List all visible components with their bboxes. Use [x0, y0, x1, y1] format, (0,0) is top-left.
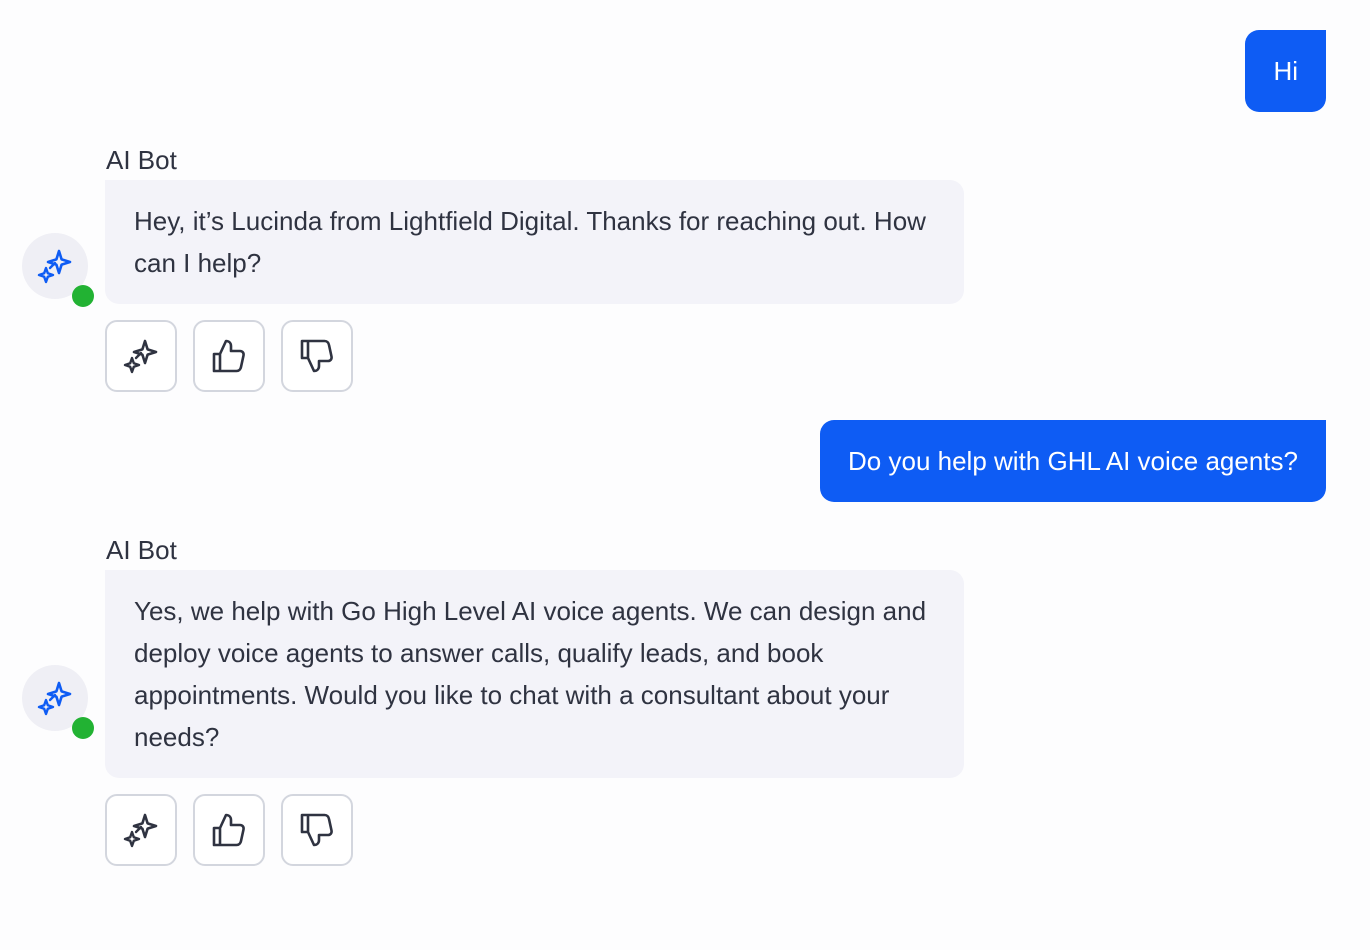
bot-message: Hey, it’s Lucinda from Lightfield Digita… — [105, 180, 964, 304]
thumbs-down-icon — [297, 336, 337, 376]
bot-avatar — [22, 233, 94, 307]
online-status-dot — [72, 285, 94, 307]
bot-sender-name: AI Bot — [106, 145, 177, 175]
ai-assist-button[interactable] — [105, 794, 177, 866]
online-status-dot — [72, 717, 94, 739]
message-actions — [105, 320, 353, 392]
thumbs-down-button[interactable] — [281, 320, 353, 392]
thumbs-down-icon — [297, 810, 337, 850]
sparkle-icon — [121, 810, 161, 850]
user-message: Hi — [1245, 30, 1326, 112]
bot-avatar — [22, 665, 94, 739]
sparkle-icon — [35, 246, 75, 286]
sparkle-icon — [121, 336, 161, 376]
sparkle-icon — [35, 678, 75, 718]
bot-message: Yes, we help with Go High Level AI voice… — [105, 570, 964, 778]
ai-assist-button[interactable] — [105, 320, 177, 392]
bot-sender-name: AI Bot — [106, 535, 177, 565]
thumbs-up-button[interactable] — [193, 794, 265, 866]
thumbs-up-icon — [209, 336, 249, 376]
message-actions — [105, 794, 353, 866]
user-message: Do you help with GHL AI voice agents? — [820, 420, 1326, 502]
thumbs-up-icon — [209, 810, 249, 850]
thumbs-up-button[interactable] — [193, 320, 265, 392]
thumbs-down-button[interactable] — [281, 794, 353, 866]
